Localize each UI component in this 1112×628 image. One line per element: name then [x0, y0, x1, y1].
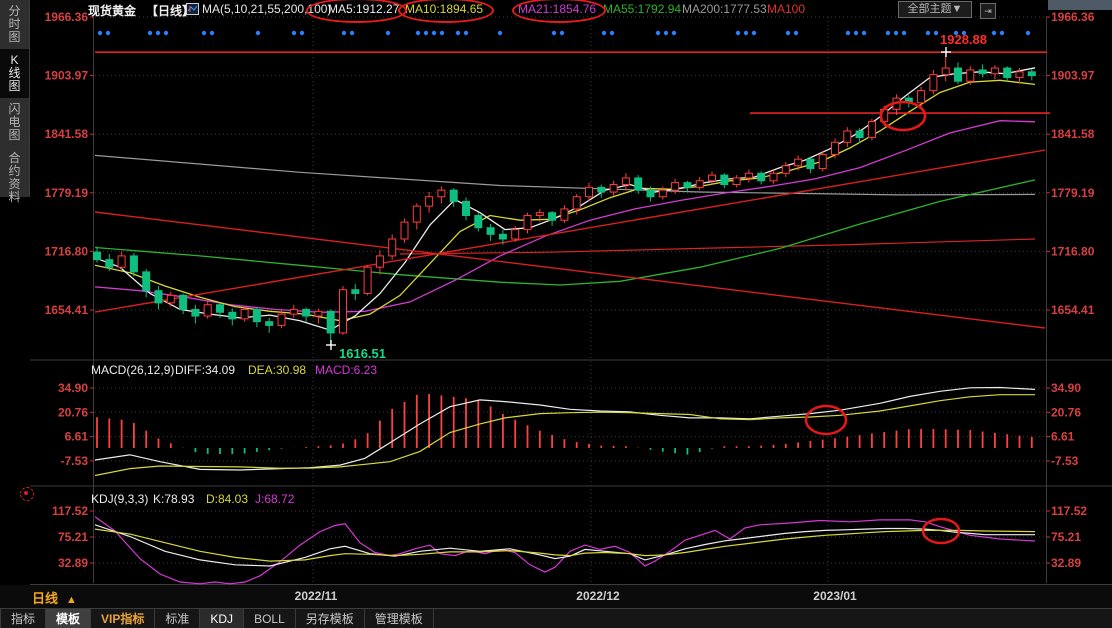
svg-text:-7.53: -7.53	[61, 454, 89, 468]
period-selector[interactable]: 日线 ▲	[32, 588, 77, 607]
macd-macd-value: MACD:6.23	[315, 363, 377, 377]
tab-另存模板[interactable]: 另存模板	[296, 609, 365, 628]
chevron-up-icon: ▲	[66, 594, 77, 606]
svg-text:1903.97: 1903.97	[45, 69, 89, 83]
svg-text:117.52: 117.52	[52, 504, 88, 518]
svg-text:20.76: 20.76	[1051, 405, 1081, 419]
trading-app-window: 1966.361966.361903.971903.971841.581841.…	[0, 0, 1112, 628]
svg-text:6.61: 6.61	[1051, 430, 1075, 444]
trendline-down	[95, 212, 1045, 328]
left-sidebar: 分时图K线图闪电图合约资料	[0, 0, 30, 197]
tab-KDJ[interactable]: KDJ	[200, 609, 244, 628]
svg-text:1841.58: 1841.58	[1051, 127, 1095, 141]
svg-text:34.90: 34.90	[58, 381, 88, 395]
x-axis-row: 日线 ▲ 2022/11 2022/12 2023/01	[0, 585, 1112, 608]
macd-histogram	[97, 394, 1032, 455]
kdj-k-value: K:78.93	[153, 492, 194, 506]
annotation-circles: 1928.88 1616.51	[326, 32, 987, 543]
theme-dropdown[interactable]: 全部主题▼	[898, 1, 972, 18]
kdj-j-line	[95, 517, 1035, 584]
legend-ma55: MA55:1792.94	[603, 2, 681, 16]
x-axis-label: 2023/01	[795, 589, 875, 603]
svg-text:6.61: 6.61	[65, 430, 89, 444]
trendline-up	[95, 150, 1045, 312]
ma-settings-label: MA(5,10,21,55,200,100)	[202, 2, 331, 16]
tab-指标[interactable]: 指标	[0, 609, 46, 628]
svg-text:32.89: 32.89	[58, 556, 88, 570]
kdj-lines	[95, 517, 1035, 584]
macd-dea-value: DEA:30.98	[248, 363, 306, 377]
kdj-d-value: D:84.03	[206, 492, 248, 506]
candlestick-series	[94, 52, 1036, 345]
svg-text:1841.58: 1841.58	[45, 127, 89, 141]
kdj-title: KDJ(9,3,3)	[91, 492, 148, 506]
svg-text:1716.80: 1716.80	[45, 244, 89, 258]
tab-模板[interactable]: 模板	[46, 609, 91, 628]
svg-text:75.21: 75.21	[1051, 530, 1081, 544]
legend-ma21: MA21:1854.76	[518, 2, 596, 16]
svg-text:117.52: 117.52	[1051, 504, 1087, 518]
symbol-name: 现货黄金	[88, 2, 136, 19]
macd-diff-line	[95, 388, 1035, 471]
price-extreme-label: 1928.88	[940, 32, 987, 47]
indicator-tab-bar: 指标模板VIP指标标准KDJBOLL另存模板管理模板	[0, 608, 1112, 628]
macd-diff-value: DIFF:34.09	[175, 363, 235, 377]
legend-ma5: MA5:1912.27	[328, 2, 399, 16]
macd-title: MACD(26,12,9)	[91, 363, 174, 377]
x-axis-label: 2022/12	[558, 589, 638, 603]
svg-text:1903.97: 1903.97	[1051, 69, 1095, 83]
period-label: 日线	[32, 591, 58, 606]
legend-ma100: MA100	[767, 2, 805, 16]
tab-标准[interactable]: 标准	[155, 609, 200, 628]
sidebar-item-合约资料[interactable]: 合约资料	[0, 147, 29, 209]
tab-管理模板[interactable]: 管理模板	[365, 609, 434, 628]
price-extreme-label: 1616.51	[339, 346, 386, 361]
x-axis-label: 2022/11	[276, 589, 356, 603]
macd-lines	[95, 388, 1035, 476]
exit-panel-icon[interactable]: ⇥	[980, 3, 996, 19]
svg-text:75.21: 75.21	[58, 530, 88, 544]
svg-text:1654.41: 1654.41	[1051, 303, 1095, 317]
tab-BOLL[interactable]: BOLL	[244, 609, 296, 628]
trendlines-and-mas	[95, 52, 1050, 330]
svg-text:-7.53: -7.53	[1051, 454, 1079, 468]
signal-dots	[98, 31, 1030, 35]
svg-text:20.76: 20.76	[58, 405, 88, 419]
svg-text:34.90: 34.90	[1051, 381, 1081, 395]
chart-canvas[interactable]: 1966.361966.361903.971903.971841.581841.…	[0, 0, 1112, 628]
sidebar-item-闪电图[interactable]: 闪电图	[0, 98, 29, 147]
macd-dea-line	[95, 395, 1035, 476]
svg-text:1779.19: 1779.19	[45, 186, 89, 200]
svg-text:1654.41: 1654.41	[45, 303, 89, 317]
indicator-settings-icon[interactable]	[20, 487, 34, 501]
chart-header: 现货黄金 【日线】 MA(5,10,21,55,200,100) MA5:191…	[0, 0, 1112, 18]
legend-ma200: MA200:1777.53	[682, 2, 767, 16]
svg-text:1716.80: 1716.80	[1051, 244, 1095, 258]
svg-text:1779.19: 1779.19	[1051, 186, 1095, 200]
kline-chart-icon	[186, 3, 199, 15]
svg-text:32.89: 32.89	[1051, 556, 1081, 570]
kdj-j-value: J:68.72	[255, 492, 294, 506]
tab-VIP指标[interactable]: VIP指标	[91, 609, 155, 628]
legend-ma10: MA10:1894.65	[405, 2, 483, 16]
sidebar-item-K线图[interactable]: K线图	[0, 49, 29, 98]
